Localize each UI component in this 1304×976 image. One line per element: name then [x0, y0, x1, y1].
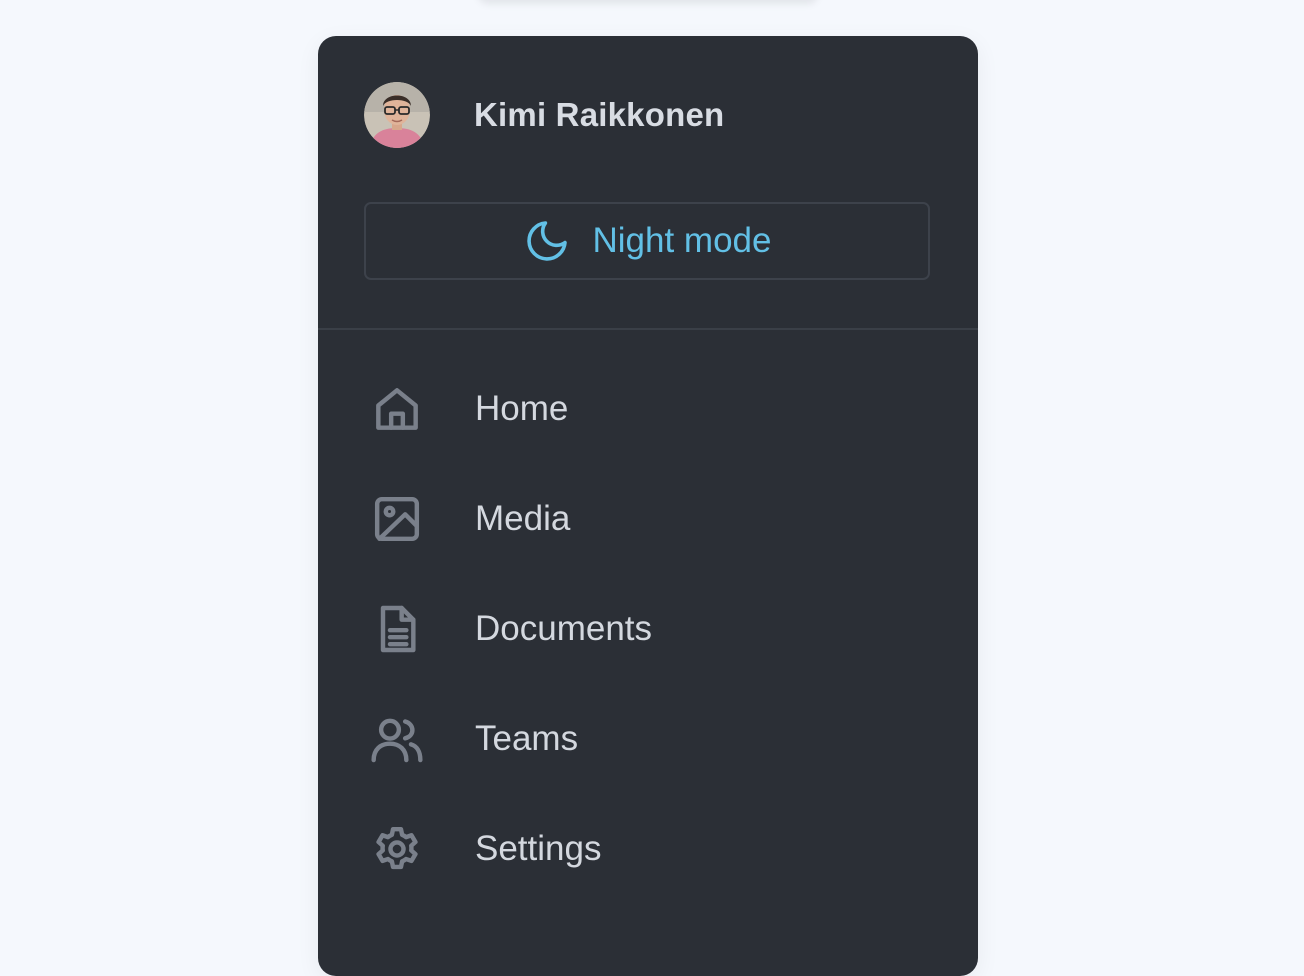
night-mode-label: Night mode [592, 221, 772, 260]
users-icon [364, 706, 430, 772]
avatar [364, 82, 430, 148]
image-icon [364, 486, 430, 552]
nav-item-label: Media [475, 499, 571, 538]
nav-item-documents[interactable]: Documents [364, 594, 930, 664]
nav-item-label: Teams [475, 719, 579, 758]
document-icon [364, 596, 430, 662]
nav-item-label: Home [475, 389, 569, 428]
user-name: Kimi Raikkonen [474, 96, 725, 133]
divider [318, 328, 978, 330]
nav-item-teams[interactable]: Teams [364, 704, 930, 774]
sidebar-panel: Kimi Raikkonen Night mode Home Media Doc… [318, 36, 978, 976]
night-mode-button[interactable]: Night mode [364, 202, 930, 280]
moon-icon [526, 221, 567, 261]
user-profile[interactable]: Kimi Raikkonen [364, 82, 724, 148]
nav-item-home[interactable]: Home [364, 374, 930, 444]
nav-item-label: Documents [475, 609, 653, 648]
gear-icon [364, 816, 430, 882]
nav-item-settings[interactable]: Settings [364, 814, 930, 884]
nav-item-media[interactable]: Media [364, 484, 930, 554]
home-icon [364, 376, 430, 442]
nav-item-label: Settings [475, 829, 602, 868]
